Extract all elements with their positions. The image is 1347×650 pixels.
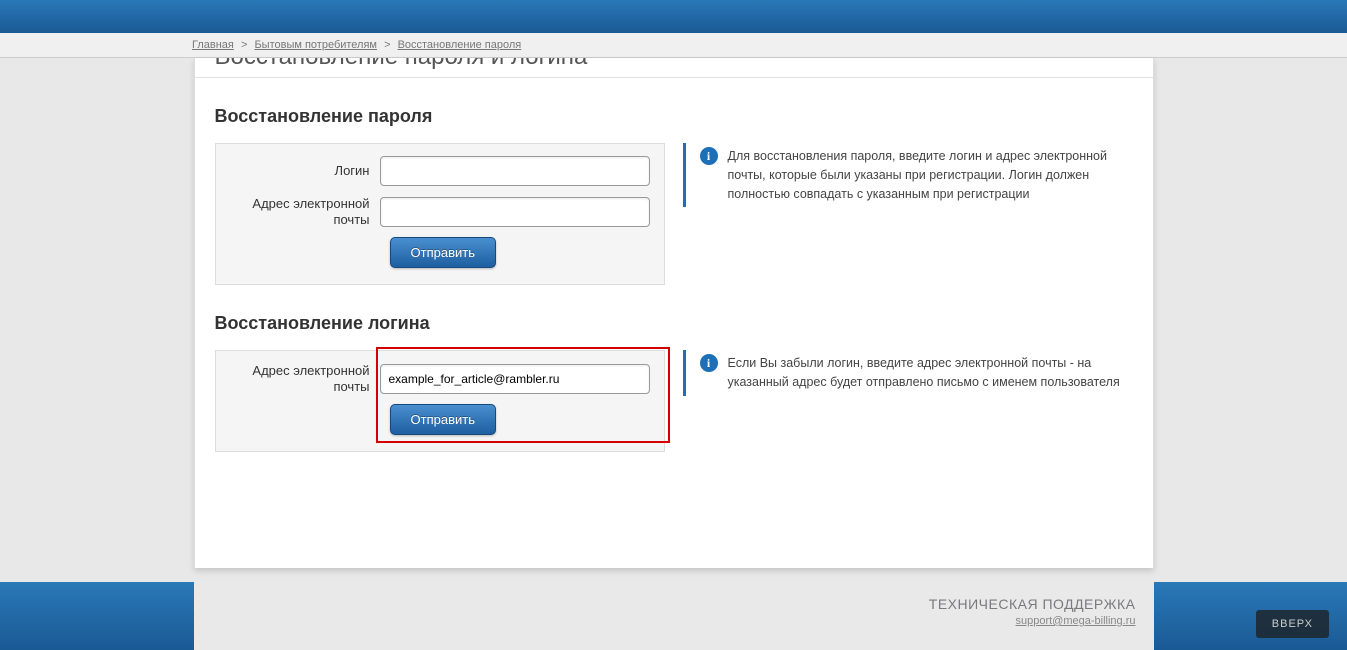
info-icon: i bbox=[700, 354, 718, 372]
login-label: Логин bbox=[230, 163, 380, 179]
login-submit-button[interactable]: Отправить bbox=[390, 404, 496, 435]
top-nav-bar bbox=[0, 0, 1347, 33]
support-email-link[interactable]: support@mega-billing.ru bbox=[1015, 615, 1135, 627]
section-title-password: Восстановление пароля bbox=[195, 78, 1153, 143]
password-email-input[interactable] bbox=[380, 197, 650, 227]
email-label: Адрес электронной почты bbox=[230, 196, 380, 227]
breadcrumb-sep: > bbox=[384, 39, 390, 51]
footer-title: ТЕХНИЧЕСКАЯ ПОДДЕРЖКА bbox=[194, 596, 1136, 612]
breadcrumb-item-recover[interactable]: Восстановление пароля bbox=[398, 39, 522, 51]
footer: ТЕХНИЧЕСКАЯ ПОДДЕРЖКА support@mega-billi… bbox=[0, 582, 1347, 650]
scroll-top-button[interactable]: ВВЕРХ bbox=[1256, 610, 1329, 638]
password-recovery-form: Логин Адрес электронной почты Отправить bbox=[215, 143, 665, 285]
info-icon: i bbox=[700, 147, 718, 165]
login-email-label: Адрес электронной почты bbox=[230, 363, 380, 394]
login-recovery-form: Адрес электронной почты Отправить bbox=[215, 350, 665, 452]
login-email-input[interactable] bbox=[380, 364, 650, 394]
page-content: Восстановление пароля и логина Восстанов… bbox=[194, 58, 1154, 568]
breadcrumb-item-home[interactable]: Главная bbox=[192, 39, 234, 51]
login-info-text: Если Вы забыли логин, введите адрес элек… bbox=[728, 354, 1123, 392]
login-input[interactable] bbox=[380, 156, 650, 186]
breadcrumb-sep: > bbox=[241, 39, 247, 51]
breadcrumb: Главная > Бытовым потребителям > Восстан… bbox=[0, 33, 1347, 58]
password-info-text: Для восстановления пароля, введите логин… bbox=[728, 147, 1123, 203]
page-title: Восстановление пароля и логина bbox=[195, 58, 1153, 78]
password-submit-button[interactable]: Отправить bbox=[390, 237, 496, 268]
section-title-login: Восстановление логина bbox=[195, 285, 1153, 350]
login-info-box: i Если Вы забыли логин, введите адрес эл… bbox=[683, 350, 1133, 396]
breadcrumb-item-consumers[interactable]: Бытовым потребителям bbox=[254, 39, 377, 51]
password-info-box: i Для восстановления пароля, введите лог… bbox=[683, 143, 1133, 207]
